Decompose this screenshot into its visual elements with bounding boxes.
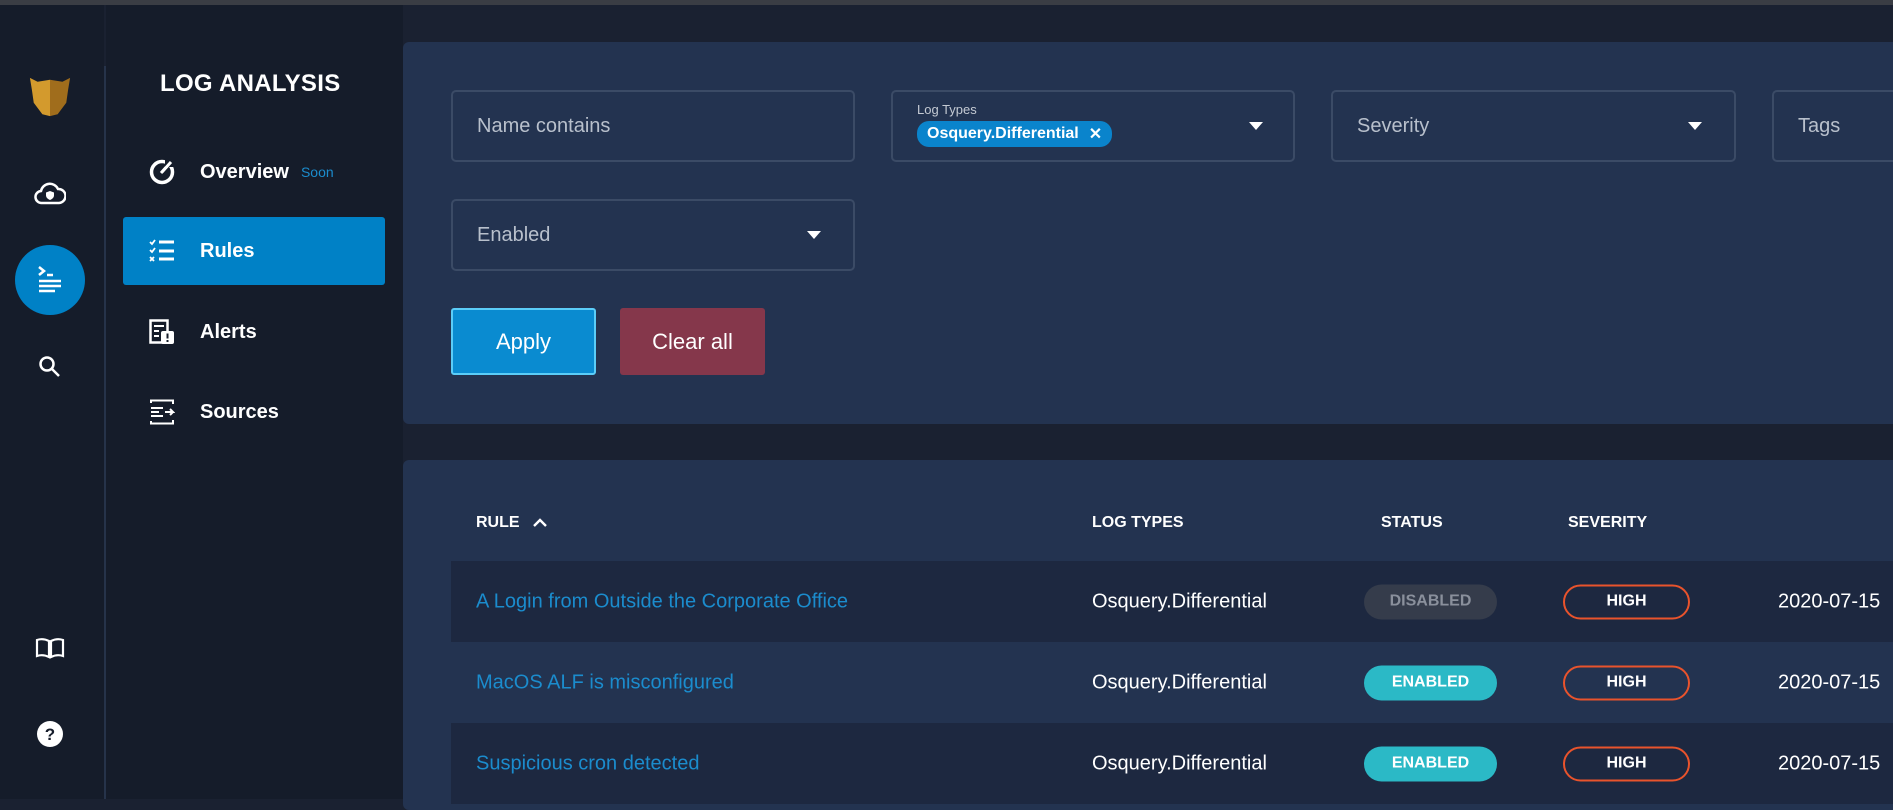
help-icon[interactable]: ? (28, 712, 72, 756)
search-icon[interactable] (28, 345, 72, 389)
severity-badge: HIGH (1563, 584, 1690, 619)
table-row[interactable]: MacOS ALF is misconfigured Osquery.Diffe… (451, 642, 1893, 723)
chip-remove-icon[interactable]: ✕ (1089, 124, 1102, 144)
tags-select[interactable]: Tags (1772, 90, 1893, 162)
chevron-down-icon (1249, 122, 1263, 130)
enabled-placeholder: Enabled (477, 223, 551, 246)
chip-label: Osquery.Differential (927, 125, 1079, 142)
severity-badge: HIGH (1563, 665, 1690, 700)
svg-text:?: ? (45, 725, 55, 744)
apply-button[interactable]: Apply (451, 308, 596, 375)
column-header-log-types[interactable]: LOG TYPES (1092, 514, 1184, 532)
column-header-severity[interactable]: SEVERITY (1568, 514, 1647, 532)
terminal-icon[interactable] (15, 245, 85, 315)
table-row[interactable]: Suspicious cron detected Osquery.Differe… (451, 723, 1893, 804)
nav-item-label: Overview (200, 160, 289, 183)
sort-ascending-icon (532, 518, 547, 527)
log-type-cell: Osquery.Differential (1092, 671, 1267, 693)
severity-select[interactable]: Severity (1331, 90, 1736, 162)
nav-item-rules[interactable]: Rules (123, 217, 385, 285)
nav-item-sources[interactable]: Sources (123, 378, 385, 446)
chevron-down-icon (807, 231, 821, 239)
nav-item-alerts[interactable]: Alerts (123, 298, 385, 366)
severity-placeholder: Severity (1357, 114, 1430, 137)
status-badge: DISABLED (1364, 584, 1497, 619)
table-row[interactable]: A Login from Outside the Corporate Offic… (451, 561, 1893, 642)
alert-doc-icon (147, 319, 177, 345)
gauge-icon (147, 159, 177, 185)
clear-all-button[interactable]: Clear all (620, 308, 765, 375)
logo-icon[interactable] (28, 75, 72, 119)
checklist-icon (147, 239, 177, 263)
rule-name-link[interactable]: A Login from Outside the Corporate Offic… (476, 590, 848, 613)
log-types-label: Log Types (917, 102, 977, 117)
rule-name-link[interactable]: Suspicious cron detected (476, 752, 699, 775)
date-cell: 2020-07-15 (1778, 590, 1881, 612)
tags-placeholder: Tags (1798, 114, 1841, 137)
nav-item-label: Alerts (200, 320, 257, 343)
rule-name-link[interactable]: MacOS ALF is misconfigured (476, 671, 734, 694)
log-type-cell: Osquery.Differential (1092, 590, 1267, 612)
column-header-status[interactable]: STATUS (1381, 514, 1443, 532)
book-icon[interactable] (28, 626, 72, 670)
status-badge: ENABLED (1364, 746, 1497, 781)
header-label: RULE (476, 514, 520, 531)
chevron-down-icon (1688, 122, 1702, 130)
enabled-select[interactable]: Enabled (451, 199, 855, 271)
icon-rail (0, 5, 104, 799)
date-cell: 2020-07-15 (1778, 752, 1881, 774)
nav-item-overview[interactable]: Overview Soon (123, 138, 385, 206)
column-header-rule[interactable]: RULE (476, 514, 548, 532)
nav-item-label: Rules (200, 239, 255, 262)
nav-item-label: Sources (200, 400, 279, 423)
log-type-cell: Osquery.Differential (1092, 752, 1267, 774)
date-cell: 2020-07-15 (1778, 671, 1881, 693)
log-types-select[interactable]: Log Types Osquery.Differential ✕ (891, 90, 1295, 162)
severity-badge: HIGH (1563, 746, 1690, 781)
source-icon (147, 399, 177, 425)
cloud-shield-icon[interactable] (28, 171, 72, 215)
name-placeholder: Name contains (477, 114, 611, 137)
section-title: LOG ANALYSIS (160, 70, 341, 97)
name-contains-input[interactable]: Name contains (451, 90, 855, 162)
status-badge: ENABLED (1364, 665, 1497, 700)
soon-badge: Soon (300, 164, 334, 180)
log-type-chip: Osquery.Differential ✕ (917, 121, 1113, 147)
